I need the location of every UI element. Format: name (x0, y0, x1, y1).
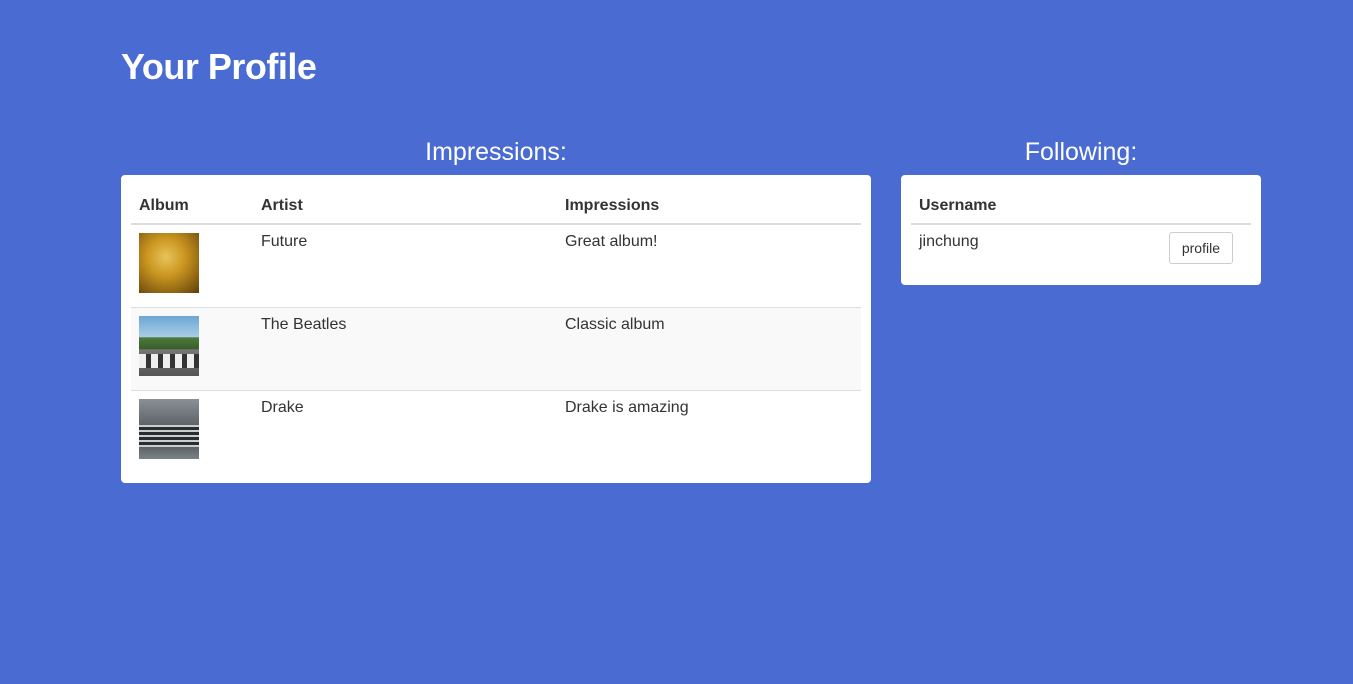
future-album-cover (139, 233, 199, 293)
table-row: The Beatles Classic album (131, 306, 861, 390)
album-cell (131, 389, 253, 473)
table-header-row: Album Artist Impressions (131, 185, 861, 225)
impressions-card: Album Artist Impressions Future Great al… (121, 175, 871, 483)
table-row: jinchung profile (911, 224, 1251, 272)
column-header-album: Album (131, 185, 253, 225)
table-row: Drake Drake is amazing (131, 389, 861, 473)
artist-cell: Future (261, 233, 308, 250)
table-header-row: Username (911, 185, 1251, 225)
album-cell (131, 224, 253, 307)
page-title: Your Profile (121, 46, 317, 87)
following-heading: Following: (1024, 138, 1138, 166)
column-header-artist: Artist (253, 185, 557, 225)
impression-cell: Drake is amazing (557, 389, 861, 473)
table-row: Future Great album! (131, 224, 861, 307)
artist-cell: The Beatles (253, 306, 557, 390)
impressions-table: Album Artist Impressions Future Great al… (131, 185, 861, 473)
artist-cell: Drake (253, 389, 557, 473)
impression-cell: Classic album (557, 306, 861, 390)
column-header-username: Username (911, 185, 1251, 225)
impression-cell: Great album! (565, 233, 658, 250)
username-cell: jinchung profile (911, 224, 1251, 272)
username-label: jinchung (919, 233, 979, 250)
views-album-cover (139, 398, 199, 459)
column-header-impressions: Impressions (557, 185, 861, 225)
following-card: Username jinchung profile (901, 175, 1261, 285)
album-cell (131, 306, 253, 390)
profile-button[interactable]: profile (1168, 232, 1233, 264)
following-table: Username jinchung profile (911, 185, 1251, 272)
impressions-heading: Impressions: (425, 138, 567, 166)
abbey-road-album-cover (139, 315, 199, 376)
